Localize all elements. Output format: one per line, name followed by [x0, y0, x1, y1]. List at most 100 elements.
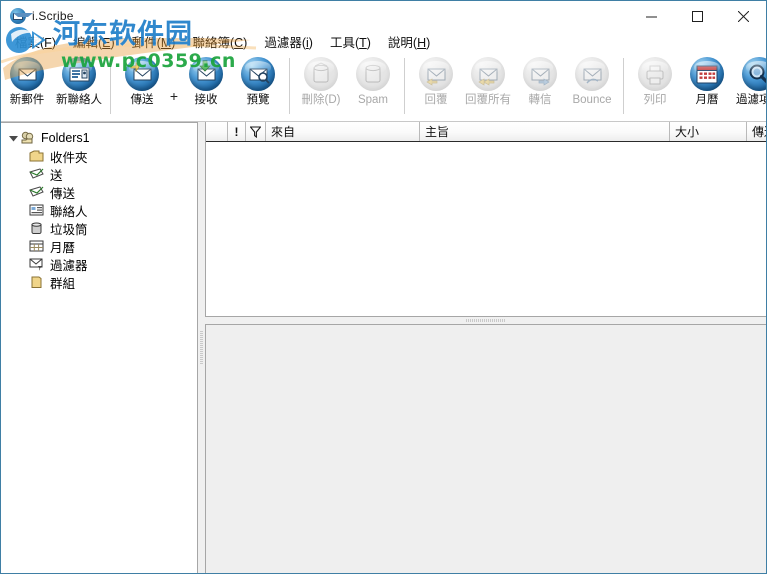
- menu-item-edit[interactable]: 編輯(E): [65, 30, 124, 53]
- toolbar-group-new-group: 新郵件 新聯絡人: [1, 54, 105, 120]
- tree-item-sent[interactable]: 傳送: [7, 183, 197, 201]
- menu-item-mail[interactable]: 郵件(M): [124, 30, 185, 53]
- tree-item-group-folder[interactable]: 群組: [7, 273, 197, 291]
- column-attachment[interactable]: [246, 122, 266, 141]
- close-button[interactable]: [720, 1, 766, 31]
- toolbar-plus-separator: +: [169, 88, 179, 104]
- menu-item-label: 檔案(F): [15, 35, 56, 50]
- toolbar-button-new-contact[interactable]: 新聯絡人: [53, 54, 105, 106]
- calendar-icon: [690, 57, 724, 91]
- horizontal-splitter[interactable]: [205, 317, 766, 324]
- toolbar-button-preview[interactable]: 預覽: [232, 54, 284, 106]
- column-blank[interactable]: [206, 122, 228, 141]
- tree-children: 收件夾送傳送 聯絡人垃圾筒月曆過濾器群組: [7, 147, 197, 291]
- bounce-icon: [575, 57, 609, 91]
- chevron-down-icon[interactable]: [7, 132, 20, 145]
- message-list-header: ! 來自 主旨 大小 傳送: [206, 122, 766, 142]
- toolbar-button-label: 回覆所有: [465, 94, 511, 106]
- tree-item-label: 群組: [50, 276, 76, 291]
- column-header-label: 傳送: [752, 125, 766, 139]
- column-priority[interactable]: !: [228, 122, 246, 141]
- reply-all-icon: [471, 57, 505, 91]
- menu-item-help[interactable]: 說明(H): [380, 30, 439, 53]
- toolbar-separator: [110, 58, 111, 114]
- spam-icon: [356, 57, 390, 91]
- message-preview-pane: [205, 324, 766, 573]
- tree-root-folders1[interactable]: Folders1: [7, 129, 197, 147]
- message-list-rows[interactable]: [206, 142, 766, 316]
- contacts-icon: [29, 203, 45, 217]
- toolbar-button-label: 傳送: [130, 94, 154, 106]
- app-envelope-icon: [10, 7, 33, 24]
- window-title: i.Scribe: [32, 8, 74, 23]
- funnel-icon: [250, 125, 261, 138]
- menu-bar: 檔案(F) 編輯(E) 郵件(M) 聯絡簿(C) 過濾器(i) 工具(T) 說明(H): [1, 30, 766, 52]
- menu-item-contacts[interactable]: 聯絡簿(C): [184, 30, 256, 53]
- menu-item-label: 編輯(E): [72, 35, 115, 50]
- column-header-label: 主旨: [425, 125, 450, 139]
- toolbar-button-filter-search[interactable]: 過濾項目: [733, 54, 766, 106]
- menu-item-tools[interactable]: 工具(T): [322, 30, 380, 53]
- toolbar-button-delete: 刪除(D): [295, 54, 347, 106]
- tree-item-contacts[interactable]: 聯絡人: [7, 201, 197, 219]
- reply-icon: [419, 57, 453, 91]
- tree-item-label: 送: [50, 168, 63, 183]
- toolbar-button-new-mail[interactable]: 新郵件: [1, 54, 53, 106]
- toolbar-button-calendar[interactable]: 月曆: [681, 54, 733, 106]
- toolbar-button-receive[interactable]: 接收: [180, 54, 232, 106]
- tree-item-label: 月曆: [50, 240, 76, 255]
- calendar-folder-icon: [29, 239, 45, 253]
- column-sent[interactable]: 傳送: [747, 122, 766, 141]
- column-subject[interactable]: 主旨: [420, 122, 670, 141]
- main-body: Folders1 收件夾送傳送聯絡人垃圾筒月曆過濾器群組 !來自主旨大小傳送: [1, 122, 766, 573]
- column-size[interactable]: 大小: [670, 122, 747, 141]
- sent-icon: [29, 185, 45, 199]
- toolbar: 新郵件 新聯絡人 傳送 + 接收 預覽 刪除(D) Spam 回覆 回覆所有 轉信 Bounce 列印月…: [1, 52, 766, 122]
- tree-item-outbox[interactable]: 送: [7, 165, 197, 183]
- column-header-label: !: [234, 124, 239, 139]
- menu-item-label: 聯絡簿(C): [192, 35, 248, 50]
- tree-item-label: 傳送: [50, 186, 76, 201]
- menu-item-filters[interactable]: 過濾器(i): [256, 30, 322, 53]
- tree-item-label: 垃圾筒: [50, 222, 88, 237]
- menu-item-label: 郵件(M): [131, 35, 176, 50]
- toolbar-button-label: 預覽: [246, 94, 270, 106]
- tree-item-calendar-folder[interactable]: 月曆: [7, 237, 197, 255]
- window-controls: [628, 1, 766, 31]
- toolbar-group-reply-group: 回覆 回覆所有 轉信 Bounce: [410, 54, 618, 120]
- toolbar-button-send[interactable]: 傳送: [116, 54, 168, 106]
- toolbar-button-label: 回覆: [424, 94, 448, 106]
- toolbar-group-tools-group: 列印月曆過濾項目樹狀ShowConsole: [629, 54, 766, 120]
- toolbar-button-label: 接收: [194, 94, 218, 106]
- right-pane: ! 來自 主旨 大小 傳送: [205, 122, 766, 573]
- preview-icon: [241, 57, 275, 91]
- tree-item-inbox-folder[interactable]: 收件夾: [7, 147, 197, 165]
- toolbar-button-label: 新聯絡人: [56, 94, 102, 106]
- menu-item-label: 過濾器(i): [264, 35, 313, 50]
- vertical-splitter[interactable]: [198, 122, 205, 573]
- send-icon: [125, 57, 159, 91]
- trash-icon: [29, 221, 45, 235]
- toolbar-button-label: 轉信: [528, 94, 552, 106]
- column-header-label: 來自: [271, 125, 296, 139]
- toolbar-button-label: Bounce: [572, 94, 612, 106]
- column-from[interactable]: 來自: [266, 122, 420, 141]
- message-list-pane: ! 來自 主旨 大小 傳送: [205, 122, 766, 317]
- folders-root-icon: [20, 131, 36, 145]
- tree-item-label: 收件夾: [50, 150, 88, 165]
- maximize-button[interactable]: [674, 1, 720, 31]
- filter-folder-icon: [29, 257, 45, 271]
- minimize-button[interactable]: [628, 1, 674, 31]
- toolbar-separator: [623, 58, 624, 114]
- tree-root-label: Folders1: [41, 131, 90, 145]
- menu-item-label: 說明(H): [387, 35, 431, 50]
- tree-item-trash[interactable]: 垃圾筒: [7, 219, 197, 237]
- tree-item-filter-folder[interactable]: 過濾器: [7, 255, 197, 273]
- menu-item-file[interactable]: 檔案(F): [7, 30, 65, 53]
- toolbar-button-label: 月曆: [695, 94, 719, 106]
- tree-item-label: 過濾器: [50, 258, 88, 273]
- toolbar-button-reply: 回覆: [410, 54, 462, 106]
- new-mail-icon: [10, 57, 44, 91]
- group-folder-icon: [29, 275, 45, 289]
- folder-sidebar: Folders1 收件夾送傳送 聯絡人垃圾筒月曆過濾器群組: [1, 122, 198, 573]
